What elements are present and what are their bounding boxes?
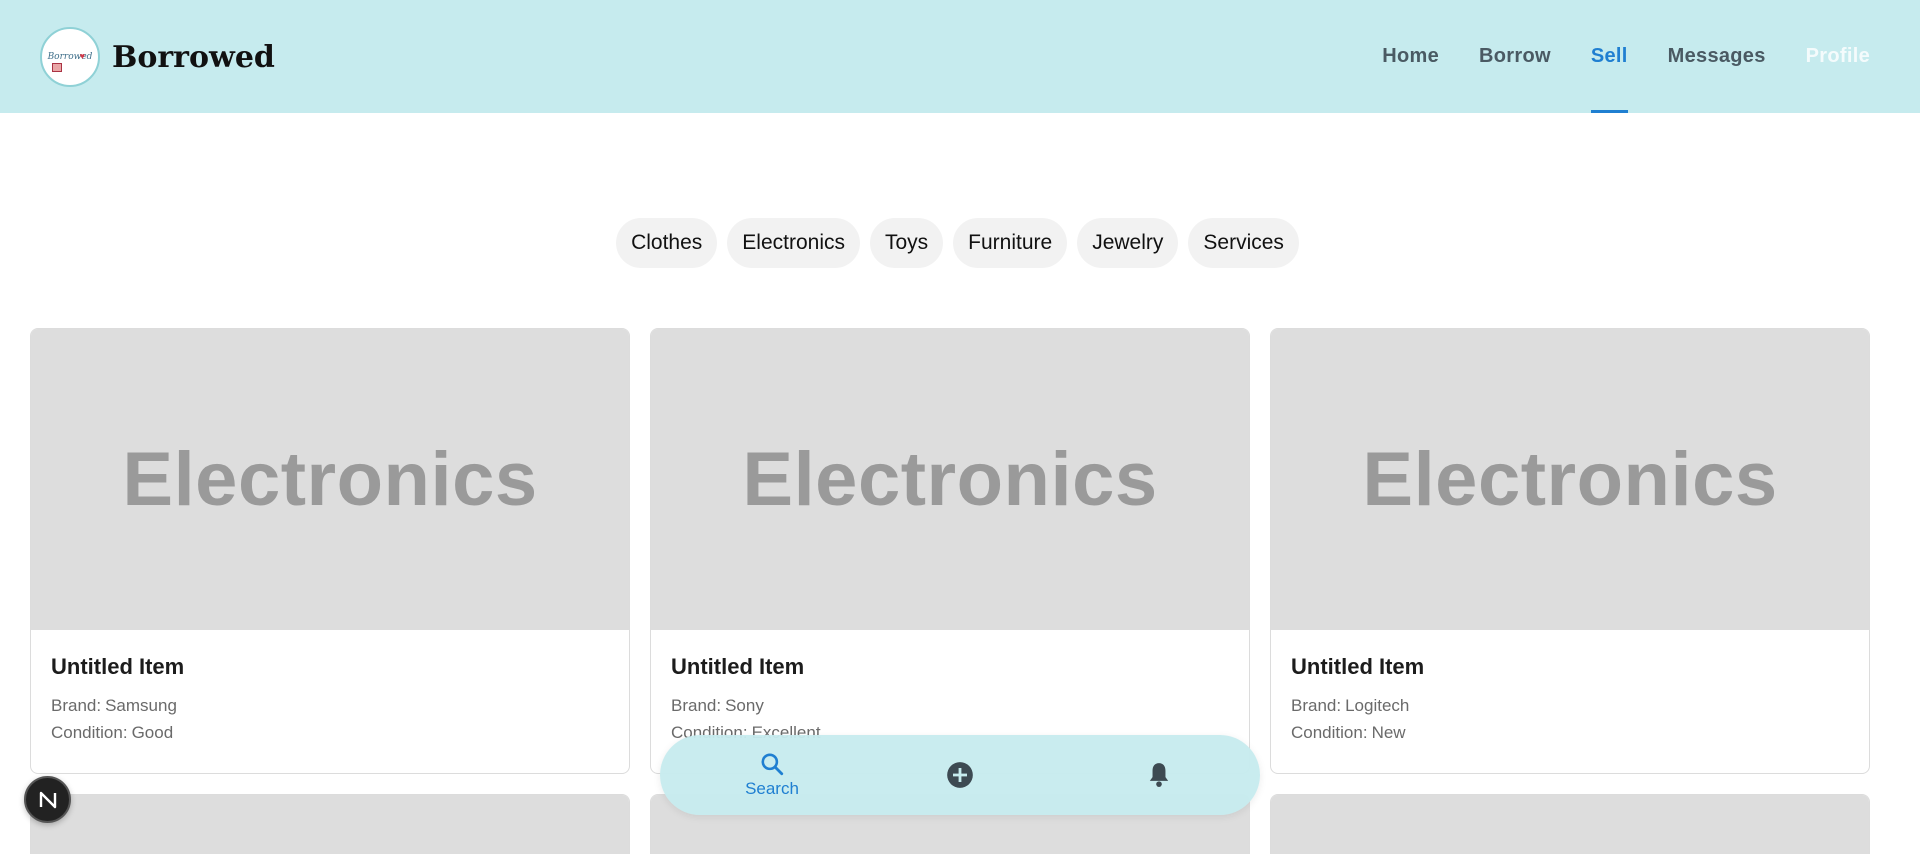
item-brand-label: Brand:: [51, 696, 102, 715]
top-header: Borrowed ♥ Borrowed Home Borrow Sell Mes…: [0, 0, 1920, 113]
n-logo-icon: [39, 791, 56, 808]
item-image-text: Electronics: [122, 437, 538, 522]
category-chip-services[interactable]: Services: [1188, 218, 1299, 268]
item-condition: Condition: New: [1291, 719, 1849, 746]
item-title: Untitled Item: [1291, 654, 1425, 679]
logo-badge-icon: Borrowed ♥: [40, 27, 100, 87]
logo-script-text: Borrowed: [47, 52, 93, 62]
heart-icon: ♥: [79, 51, 85, 61]
bottom-nav-notifications[interactable]: [1144, 735, 1174, 815]
item-brand: Brand: Logitech: [1291, 692, 1849, 719]
item-image-placeholder: Electronics: [1271, 329, 1869, 630]
nav-messages[interactable]: Messages: [1668, 0, 1766, 113]
nav-borrow[interactable]: Borrow: [1479, 0, 1551, 113]
item-card-partial[interactable]: [30, 794, 630, 854]
item-image-text: Electronics: [1362, 437, 1778, 522]
category-chip-jewelry[interactable]: Jewelry: [1077, 218, 1179, 268]
item-condition-label: Condition:: [51, 723, 128, 742]
nav-sell[interactable]: Sell: [1590, 0, 1628, 113]
item-image-placeholder: [1271, 795, 1869, 854]
item-image-text: Electronics: [742, 437, 1158, 522]
next-dev-indicator-button[interactable]: [24, 776, 71, 823]
category-chip-toys[interactable]: Toys: [869, 218, 944, 268]
item-brand-value: Samsung: [105, 696, 177, 715]
add-circle-icon: [947, 762, 973, 788]
search-icon: [761, 753, 784, 776]
nav-home[interactable]: Home: [1382, 0, 1439, 113]
item-brand-label: Brand:: [671, 696, 722, 715]
item-title: Untitled Item: [671, 654, 805, 679]
item-card[interactable]: Electronics Untitled Item Brand: Samsung …: [30, 328, 630, 774]
item-brand: Brand: Samsung: [51, 692, 609, 719]
category-chip-furniture[interactable]: Furniture: [953, 218, 1068, 268]
item-card[interactable]: Electronics Untitled Item Brand: Logitech…: [1270, 328, 1870, 774]
nav-profile[interactable]: Profile: [1806, 0, 1870, 113]
bottom-nav-bar: Search: [660, 735, 1260, 815]
item-condition-label: Condition:: [1291, 723, 1368, 742]
item-condition-value: Good: [131, 723, 174, 742]
item-condition: Condition: Good: [51, 719, 609, 746]
logo[interactable]: Borrowed ♥ Borrowed: [40, 27, 275, 87]
bottom-nav-add[interactable]: [945, 735, 975, 815]
bottom-nav-search[interactable]: Search: [732, 735, 812, 815]
category-chip-clothes[interactable]: Clothes: [616, 218, 718, 268]
item-brand-value: Sony: [725, 696, 764, 715]
box-icon: [52, 63, 62, 72]
item-brand-value: Logitech: [1345, 696, 1410, 715]
brand-name: Borrowed: [112, 39, 275, 75]
category-chip-electronics[interactable]: Electronics: [727, 218, 860, 268]
item-card[interactable]: Electronics Untitled Item Brand: Sony Con…: [650, 328, 1250, 774]
category-filter-bar: Clothes Electronics Toys Furniture Jewel…: [0, 218, 1920, 268]
bottom-nav-search-label: Search: [745, 779, 799, 798]
main-nav: Home Borrow Sell Messages Profile: [1342, 0, 1870, 113]
item-title: Untitled Item: [51, 654, 185, 679]
item-card-partial[interactable]: [1270, 794, 1870, 854]
item-image-placeholder: Electronics: [31, 329, 629, 630]
item-condition-value: New: [1371, 723, 1406, 742]
item-brand: Brand: Sony: [671, 692, 1229, 719]
bell-icon: [1149, 763, 1169, 787]
item-image-placeholder: Electronics: [651, 329, 1249, 630]
item-brand-label: Brand:: [1291, 696, 1342, 715]
item-image-placeholder: [31, 795, 629, 854]
